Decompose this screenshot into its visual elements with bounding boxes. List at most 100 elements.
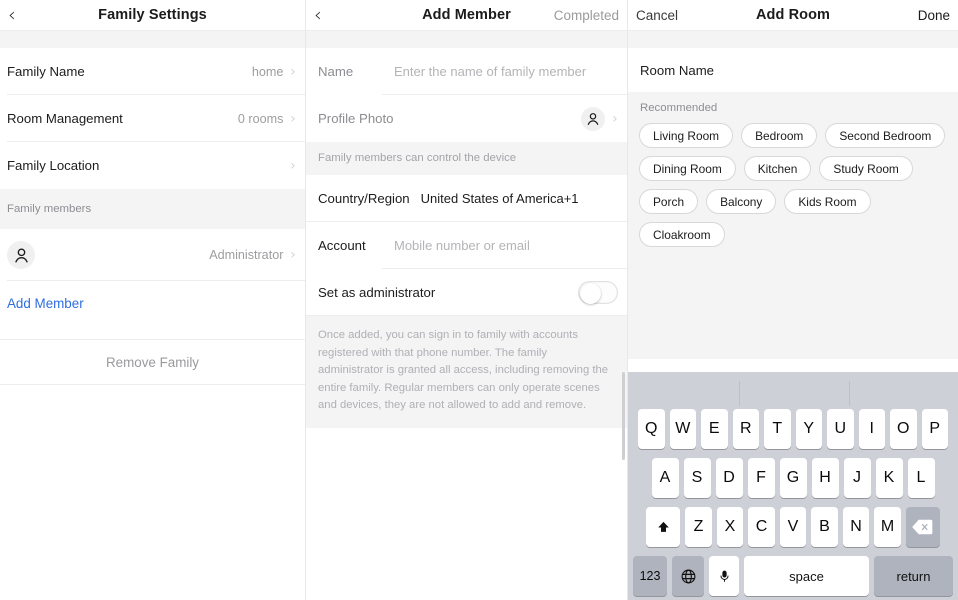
key-a[interactable]: A [652, 458, 679, 498]
country-value: United States of America+1 [421, 191, 579, 206]
key-z[interactable]: Z [685, 507, 712, 547]
room-chip[interactable]: Porch [639, 189, 698, 214]
key-e[interactable]: E [701, 409, 728, 449]
return-key[interactable]: return [874, 556, 953, 596]
onscreen-keyboard: Q W E R T Y U I O P A S D F G H J K L [628, 372, 958, 600]
remove-family-button[interactable]: Remove Family [0, 339, 305, 385]
row-label: Set as administrator [318, 285, 435, 300]
room-name-input[interactable]: Room Name [640, 63, 714, 78]
key-c[interactable]: C [748, 507, 775, 547]
key-x[interactable]: X [717, 507, 744, 547]
member-control-note: Family members can control the device [306, 142, 627, 175]
row-family-location[interactable]: Family Location › [0, 142, 305, 189]
key-v[interactable]: V [780, 507, 807, 547]
room-chip[interactable]: Second Bedroom [825, 123, 945, 148]
row-account[interactable]: Account Mobile number or email [306, 222, 627, 269]
row-family-name[interactable]: Family Name home › [0, 48, 305, 95]
row-member-name[interactable]: Name Enter the name of family member [306, 48, 627, 95]
done-button[interactable]: Done [918, 8, 950, 23]
keyboard-row-4: 123 space return [631, 556, 955, 596]
room-chip[interactable]: Balcony [706, 189, 776, 214]
key-g[interactable]: G [780, 458, 807, 498]
chevron-right-icon: › [290, 112, 296, 126]
key-h[interactable]: H [812, 458, 839, 498]
row-value: 0 rooms [238, 112, 284, 126]
add-member-link[interactable]: Add Member [7, 296, 84, 311]
backspace-icon[interactable] [906, 507, 940, 547]
key-b[interactable]: B [811, 507, 838, 547]
room-chip[interactable]: Bedroom [741, 123, 817, 148]
completed-button[interactable]: Completed [554, 8, 619, 23]
key-p[interactable]: P [922, 409, 949, 449]
room-chip[interactable]: Dining Room [639, 156, 736, 181]
microphone-icon[interactable] [709, 556, 739, 596]
chevron-left-icon[interactable]: ‹ [314, 6, 336, 25]
key-j[interactable]: J [844, 458, 871, 498]
predictive-divider [739, 381, 740, 406]
toggle-knob [580, 283, 601, 304]
key-m[interactable]: M [874, 507, 901, 547]
add-room-navbar: Cancel Add Room Done [628, 0, 958, 30]
app-screen: ‹ Family Settings Family Name home › Roo… [0, 0, 958, 600]
room-chip[interactable]: Study Room [819, 156, 912, 181]
room-chip[interactable]: Cloakroom [639, 222, 725, 247]
row-value: home [252, 65, 284, 79]
row-room-name[interactable]: Room Name [628, 48, 958, 92]
key-l[interactable]: L [908, 458, 935, 498]
row-room-management[interactable]: Room Management 0 rooms › [0, 95, 305, 142]
family-settings-navbar: ‹ Family Settings [0, 0, 305, 30]
space-key[interactable]: space [744, 556, 869, 596]
room-chip[interactable]: Living Room [639, 123, 733, 148]
add-member-row[interactable]: Add Member [0, 281, 305, 325]
predictive-divider [849, 381, 850, 406]
row-label: Account [318, 238, 394, 253]
add-member-navbar: ‹ Add Member Completed [306, 0, 627, 30]
help-text: Once added, you can sign in to family wi… [318, 329, 608, 411]
key-n[interactable]: N [843, 507, 870, 547]
chevron-left-icon[interactable]: ‹ [8, 6, 30, 25]
globe-icon[interactable] [672, 556, 704, 596]
recommended-rooms-section: Recommended Living Room Bedroom Second B… [628, 92, 958, 259]
row-label: Profile Photo [318, 111, 394, 126]
key-i[interactable]: I [859, 409, 886, 449]
section-spacer [0, 30, 305, 48]
row-set-as-administrator[interactable]: Set as administrator [306, 269, 627, 316]
family-members-section-header: Family members [0, 189, 305, 229]
member-name-input[interactable]: Enter the name of family member [394, 64, 586, 79]
key-w[interactable]: W [670, 409, 697, 449]
key-d[interactable]: D [716, 458, 743, 498]
key-o[interactable]: O [890, 409, 917, 449]
key-k[interactable]: K [876, 458, 903, 498]
key-r[interactable]: R [733, 409, 760, 449]
key-t[interactable]: T [764, 409, 791, 449]
member-row[interactable]: Administrator › [0, 229, 305, 281]
account-input[interactable]: Mobile number or email [394, 238, 530, 253]
section-spacer [628, 30, 958, 48]
numbers-key[interactable]: 123 [633, 556, 667, 596]
room-chip[interactable]: Kitchen [744, 156, 812, 181]
vertical-scrollbar[interactable] [622, 372, 625, 460]
row-label: Name [318, 64, 394, 79]
add-member-panel: ‹ Add Member Completed Name Enter the na… [305, 0, 627, 600]
family-settings-panel: ‹ Family Settings Family Name home › Roo… [0, 0, 305, 600]
key-f[interactable]: F [748, 458, 775, 498]
room-chip-list: Living Room Bedroom Second Bedroom Dinin… [639, 123, 947, 247]
row-profile-photo[interactable]: Profile Photo › [306, 95, 627, 142]
set-administrator-toggle[interactable] [578, 281, 618, 304]
row-label: Family Location [7, 158, 99, 173]
chevron-right-icon: › [612, 112, 618, 126]
key-q[interactable]: Q [638, 409, 665, 449]
shift-up-arrow-icon[interactable] [646, 507, 680, 547]
member-role: Administrator [209, 248, 283, 262]
room-chip[interactable]: Kids Room [784, 189, 870, 214]
key-u[interactable]: U [827, 409, 854, 449]
keyboard-row-3: Z X C V B N M [631, 507, 955, 547]
cancel-button[interactable]: Cancel [636, 8, 678, 23]
person-icon [581, 107, 605, 131]
key-y[interactable]: Y [796, 409, 823, 449]
add-member-help-text: Once added, you can sign in to family wi… [306, 316, 627, 428]
key-s[interactable]: S [684, 458, 711, 498]
row-country-region[interactable]: Country/Region United States of America+… [306, 175, 627, 222]
chevron-right-icon: › [290, 65, 296, 79]
add-room-panel: Cancel Add Room Done Room Name Recommend… [627, 0, 958, 600]
